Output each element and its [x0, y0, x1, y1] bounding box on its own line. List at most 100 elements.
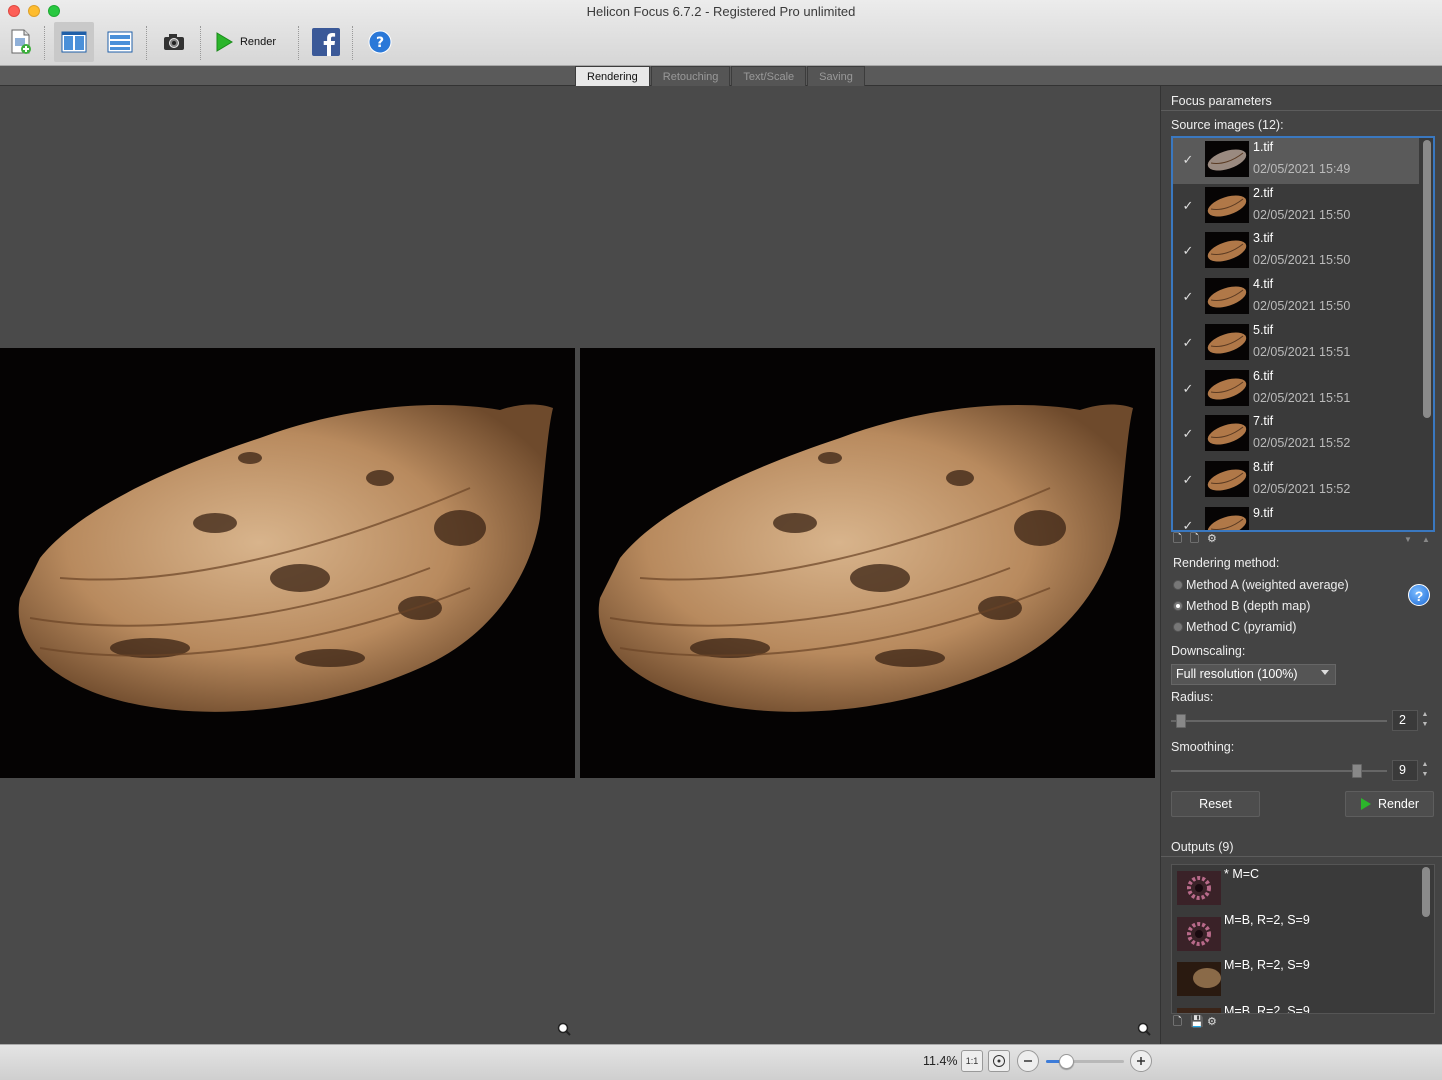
image-date: 02/05/2021 15:50: [1253, 299, 1351, 314]
split-view-button[interactable]: [54, 22, 94, 62]
panel-title: Focus parameters: [1171, 94, 1272, 108]
include-checkbox[interactable]: ✓: [1181, 198, 1195, 213]
zoom-slider[interactable]: [1046, 1054, 1124, 1069]
source-image-row[interactable]: ✓ 1.tif 02/05/2021 15:49: [1173, 138, 1419, 184]
smoothing-slider-knob[interactable]: [1352, 764, 1362, 778]
zoom-level: 11.4%: [923, 1054, 958, 1068]
image-date: 02/05/2021 15:49: [1253, 162, 1351, 176]
include-checkbox[interactable]: ✓: [1181, 518, 1195, 530]
source-image-row[interactable]: ✓ 6.tif 02/05/2021 15:51: [1173, 367, 1419, 413]
include-checkbox[interactable]: ✓: [1181, 472, 1195, 487]
smoothing-slider[interactable]: [1171, 764, 1387, 778]
chevron-down-icon: [1321, 670, 1329, 675]
method-a-label: Method A (weighted average): [1186, 578, 1349, 592]
image-date: 02/05/2021 15:50: [1253, 207, 1351, 222]
source-images-list[interactable]: ✓ 1.tif 02/05/2021 15:49 ✓ 2.tif 02/05/2021 1…: [1171, 136, 1435, 532]
settings-gear-icon[interactable]: ⚙: [1207, 1016, 1220, 1029]
source-image-row[interactable]: ✓ 7.tif 02/05/2021 15:52: [1173, 412, 1419, 458]
focus-parameters-panel: Focus parameters Source images (12): ✓ 1.…: [1160, 86, 1442, 1044]
output-thumbnail: [1177, 871, 1221, 905]
render-button[interactable]: Render: [1345, 791, 1434, 817]
image-thumbnail: [1205, 369, 1249, 406]
smoothing-input[interactable]: 9: [1392, 760, 1418, 781]
zoom-slider-knob[interactable]: [1058, 1054, 1074, 1069]
help-icon: ?: [368, 30, 392, 54]
include-checkbox[interactable]: ✓: [1181, 381, 1195, 396]
radio-dot: [1173, 580, 1183, 590]
image-thumbnail: [1205, 460, 1249, 497]
radius-stepper[interactable]: ▲ ▼: [1420, 710, 1430, 731]
image-thumbnail: [1205, 323, 1249, 360]
source-image-row[interactable]: ✓ 9.tif: [1173, 504, 1419, 530]
result-image-preview[interactable]: [580, 348, 1155, 778]
toolbar-separator: [44, 26, 45, 60]
image-date: 02/05/2021 15:52: [1253, 436, 1351, 451]
source-image-row[interactable]: ✓ 4.tif 02/05/2021 15:50: [1173, 275, 1419, 321]
radio-dot-selected: [1173, 601, 1183, 611]
tab-saving[interactable]: Saving: [807, 66, 865, 86]
source-image-row[interactable]: ✓ 2.tif 02/05/2021 15:50: [1173, 184, 1419, 230]
source-image-row[interactable]: ✓ 3.tif 02/05/2021 15:50: [1173, 229, 1419, 275]
magnifier-icon[interactable]: [1137, 1022, 1151, 1036]
tab-text-scale[interactable]: Text/Scale: [731, 66, 807, 86]
source-image-preview[interactable]: [0, 348, 575, 778]
source-images-label: Source images (12):: [1171, 118, 1284, 132]
output-row[interactable]: M=B, R=2, S=9: [1172, 911, 1418, 957]
outputs-label: Outputs (9): [1171, 840, 1234, 854]
include-checkbox[interactable]: ✓: [1181, 244, 1195, 258]
image-thumbnail: [1205, 141, 1249, 177]
tab-retouching[interactable]: Retouching: [650, 66, 731, 86]
method-c-radio[interactable]: Method C (pyramid): [1173, 620, 1296, 634]
save-disk-icon[interactable]: 💾: [1190, 1016, 1204, 1029]
open-file-icon[interactable]: 🗋: [1173, 1016, 1186, 1029]
output-row[interactable]: M=B, R=2, S=9: [1172, 956, 1418, 1002]
add-images-button[interactable]: [4, 22, 38, 62]
facebook-button[interactable]: [308, 22, 344, 62]
output-thumbnail: [1177, 1008, 1221, 1013]
output-label: M=B, R=2, S=9: [1224, 1004, 1310, 1014]
method-help-icon[interactable]: ?: [1408, 584, 1430, 606]
include-checkbox[interactable]: ✓: [1181, 427, 1195, 441]
output-row[interactable]: * M=C: [1172, 865, 1418, 911]
radius-input[interactable]: 2: [1392, 710, 1418, 731]
method-b-radio[interactable]: Method B (depth map): [1173, 599, 1310, 613]
include-checkbox[interactable]: ✓: [1181, 153, 1195, 167]
settings-gear-icon[interactable]: ⚙: [1207, 533, 1220, 546]
method-a-radio[interactable]: Method A (weighted average): [1173, 578, 1349, 592]
outputs-list[interactable]: * M=C M=B, R=2, S=9 M=B, R=2, S=9 M=B, R=2,…: [1171, 864, 1435, 1014]
radius-slider[interactable]: [1171, 714, 1387, 728]
actual-size-button[interactable]: 1:1: [961, 1050, 983, 1072]
source-list-scrollbar[interactable]: [1423, 140, 1431, 418]
magnifier-icon[interactable]: [557, 1022, 571, 1036]
tab-rendering[interactable]: Rendering: [575, 66, 650, 86]
one-to-one-label: 1:1: [965, 1056, 979, 1066]
image-date: 02/05/2021 15:51: [1253, 344, 1351, 359]
source-image-row[interactable]: ✓ 5.tif 02/05/2021 15:51: [1173, 321, 1419, 367]
fit-to-window-button[interactable]: [988, 1050, 1010, 1072]
list-view-button[interactable]: [100, 22, 140, 62]
image-date: 02/05/2021 15:51: [1253, 390, 1351, 405]
reset-button[interactable]: Reset: [1171, 791, 1260, 817]
output-label: * M=C: [1224, 867, 1260, 881]
title-bar: Helicon Focus 6.7.2 - Registered Pro unl…: [0, 0, 1442, 66]
output-row[interactable]: M=B, R=2, S=9: [1172, 1002, 1418, 1014]
radio-dot: [1173, 622, 1183, 632]
render-toolbar-button[interactable]: Render: [210, 22, 280, 62]
add-file-icon[interactable]: 🗋: [1173, 533, 1186, 546]
image-thumbnail: [1205, 506, 1249, 530]
outputs-scrollbar[interactable]: [1422, 867, 1430, 917]
smoothing-stepper[interactable]: ▲ ▼: [1420, 760, 1430, 781]
source-image-row[interactable]: ✓ 8.tif 02/05/2021 15:52: [1173, 458, 1419, 504]
include-checkbox[interactable]: ✓: [1181, 335, 1195, 350]
move-up-icon[interactable]: ▲: [1422, 533, 1435, 546]
downscaling-select[interactable]: Full resolution (100%): [1171, 664, 1336, 685]
zoom-in-button[interactable]: [1130, 1050, 1152, 1072]
zoom-out-button[interactable]: [1017, 1050, 1039, 1072]
move-down-icon[interactable]: ▼: [1404, 533, 1417, 546]
camera-button[interactable]: [156, 22, 192, 62]
radius-slider-knob[interactable]: [1176, 714, 1186, 728]
include-checkbox[interactable]: ✓: [1181, 290, 1195, 304]
help-toolbar-button[interactable]: ?: [364, 22, 396, 62]
remove-file-icon[interactable]: 🗋: [1190, 533, 1203, 546]
window-title: Helicon Focus 6.7.2 - Registered Pro unl…: [586, 4, 856, 19]
